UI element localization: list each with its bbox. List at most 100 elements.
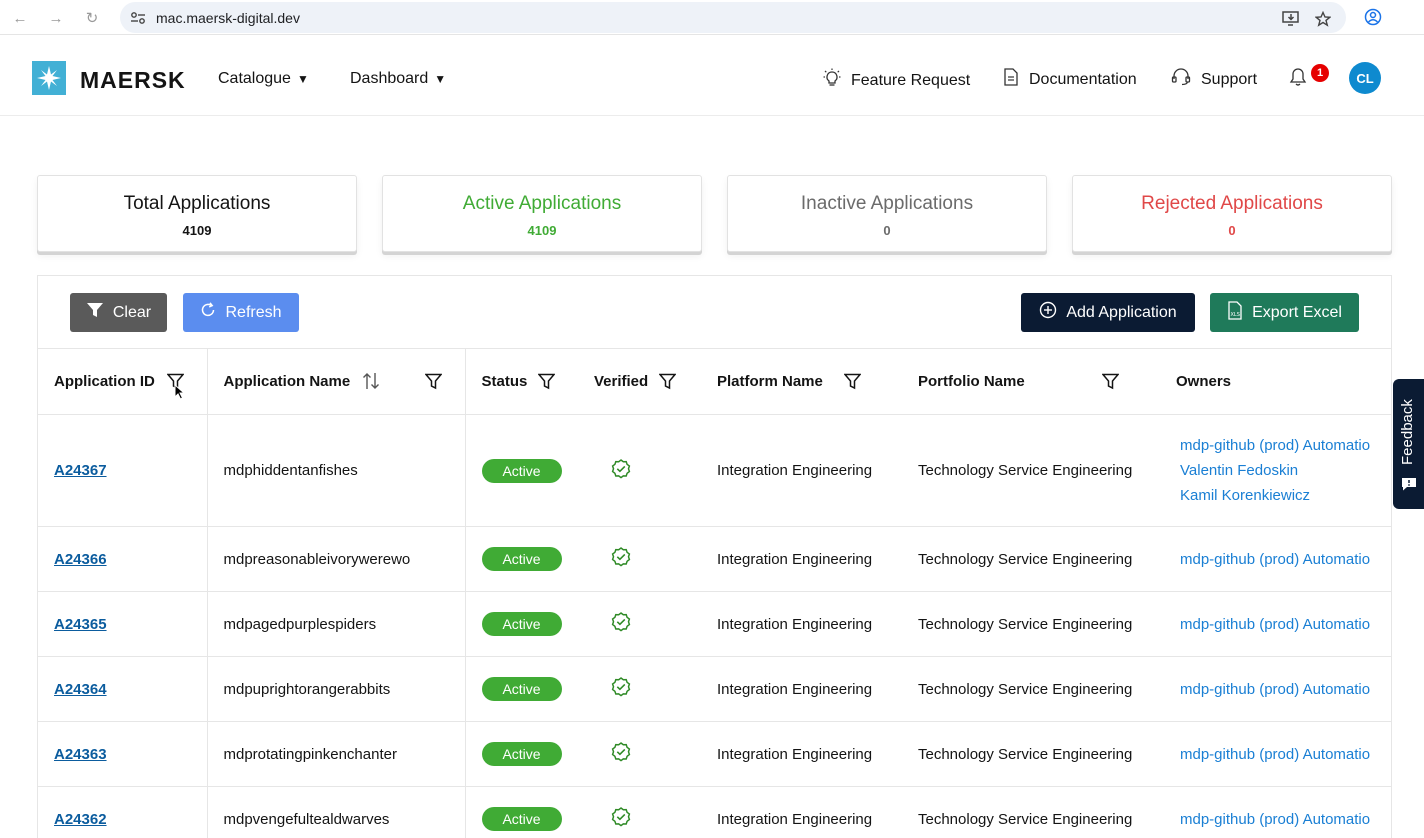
column-header-verified[interactable]: Verified xyxy=(578,348,701,415)
platform-name-cell: Integration Engineering xyxy=(701,414,902,527)
add-application-button[interactable]: Add Application xyxy=(1021,293,1195,332)
stat-value: 0 xyxy=(883,223,891,238)
application-name-cell: mdpvengefultealdwarves xyxy=(207,786,466,838)
application-id-link[interactable]: A24362 xyxy=(54,811,107,828)
owner-link[interactable]: mdp-github (prod) Automatio xyxy=(1180,612,1391,637)
back-icon[interactable]: ← xyxy=(10,8,30,28)
column-label: Owners xyxy=(1176,373,1232,390)
owner-link[interactable]: mdp-github (prod) Automatio xyxy=(1180,807,1391,832)
filter-icon[interactable] xyxy=(658,373,677,391)
stat-title: Rejected Applications xyxy=(1141,193,1323,214)
table-row[interactable]: A24366 mdpreasonableivorywerewo Active I… xyxy=(38,526,1391,592)
stat-card-total[interactable]: Total Applications 4109 xyxy=(37,175,357,252)
filter-icon[interactable] xyxy=(423,373,443,391)
stat-card-active[interactable]: Active Applications 4109 xyxy=(382,175,702,252)
forward-icon[interactable]: → xyxy=(46,8,66,28)
refresh-label: Refresh xyxy=(225,303,282,321)
refresh-button[interactable]: Refresh xyxy=(183,293,299,332)
status-badge: Active xyxy=(481,458,562,483)
table-row[interactable]: A24363 mdprotatingpinkenchanter Active I… xyxy=(38,721,1391,787)
status-badge: Active xyxy=(481,677,562,701)
column-label: Verified xyxy=(594,373,649,390)
documentation-label: Documentation xyxy=(1029,70,1137,88)
verified-check-icon xyxy=(611,458,631,483)
portfolio-name-cell: Technology Service Engineering xyxy=(902,656,1160,722)
address-bar[interactable]: mac.maersk-digital.dev xyxy=(120,2,1346,33)
column-header-portfolio-name[interactable]: Portfolio Name xyxy=(902,348,1160,415)
column-header-application-id[interactable]: Application ID xyxy=(38,348,208,415)
column-header-status[interactable]: Status xyxy=(465,348,578,415)
application-id-link[interactable]: A24363 xyxy=(54,746,107,763)
owner-link[interactable]: mdp-github (prod) Automatio xyxy=(1180,433,1391,458)
table-row[interactable]: A24364 mdpuprightorangerabbits Active In… xyxy=(38,656,1391,722)
feedback-label: Feedback xyxy=(1399,399,1416,465)
feedback-tab[interactable]: Feedback xyxy=(1393,379,1424,509)
verified-check-icon xyxy=(611,547,631,571)
support-link[interactable]: Support xyxy=(1171,68,1257,91)
column-header-owners[interactable]: Owners xyxy=(1160,348,1391,415)
filter-icon[interactable] xyxy=(1101,373,1120,391)
menu-dashboard-label: Dashboard xyxy=(350,70,429,87)
application-id-link[interactable]: A24365 xyxy=(54,616,107,633)
platform-name-cell: Integration Engineering xyxy=(701,656,902,722)
add-application-label: Add Application xyxy=(1066,303,1177,321)
excel-file-icon: XLS xyxy=(1227,300,1243,325)
portfolio-name-cell: Technology Service Engineering xyxy=(902,721,1160,787)
verified-check-icon xyxy=(611,807,631,831)
application-id-link[interactable]: A24367 xyxy=(54,462,107,479)
refresh-icon xyxy=(200,302,216,323)
stat-value: 0 xyxy=(1228,223,1236,238)
table-row[interactable]: A24365 mdpagedpurplespiders Active Integ… xyxy=(38,591,1391,657)
verified-check-icon xyxy=(611,612,631,636)
owner-link[interactable]: mdp-github (prod) Automatio xyxy=(1180,547,1391,572)
notification-count-badge: 1 xyxy=(1311,64,1329,82)
user-avatar[interactable]: CL xyxy=(1349,62,1381,94)
owner-link[interactable]: Valentin Fedoskin xyxy=(1180,458,1391,483)
status-badge: Active xyxy=(481,742,562,766)
reload-icon[interactable]: ↻ xyxy=(82,8,102,28)
bookmark-star-icon[interactable] xyxy=(1314,10,1332,28)
support-label: Support xyxy=(1201,70,1258,88)
column-header-application-name[interactable]: Application Name xyxy=(207,348,466,415)
table-row[interactable]: A24367 mdphiddentanfishes Active Integra… xyxy=(38,414,1391,527)
verified-check-icon xyxy=(611,742,631,766)
site-settings-icon[interactable] xyxy=(130,10,146,26)
applications-panel: Clear Refresh Add Application XLS Export… xyxy=(37,275,1392,838)
owner-link[interactable]: Kamil Korenkiewicz xyxy=(1180,483,1391,508)
stat-card-rejected[interactable]: Rejected Applications 0 xyxy=(1072,175,1392,252)
column-header-platform-name[interactable]: Platform Name xyxy=(701,348,902,415)
status-badge: Active xyxy=(481,612,562,636)
stat-card-inactive[interactable]: Inactive Applications 0 xyxy=(727,175,1047,252)
url-text[interactable]: mac.maersk-digital.dev xyxy=(156,10,300,26)
browser-toolbar: ← → ↻ mac.maersk-digital.dev xyxy=(0,0,1424,35)
install-app-icon[interactable] xyxy=(1282,10,1300,28)
sort-icon[interactable] xyxy=(362,371,380,395)
mouse-cursor-icon xyxy=(174,383,186,404)
feature-request-link[interactable]: Feature Request xyxy=(823,68,970,93)
application-name-cell: mdpuprightorangerabbits xyxy=(207,656,466,722)
owner-link[interactable]: mdp-github (prod) Automatio xyxy=(1180,677,1391,702)
menu-dashboard[interactable]: Dashboard ▼ xyxy=(350,70,446,88)
filter-icon[interactable] xyxy=(843,373,862,391)
application-id-link[interactable]: A24364 xyxy=(54,681,107,698)
notifications-bell-icon[interactable] xyxy=(1289,67,1309,87)
table-row[interactable]: A24362 mdpvengefultealdwarves Active Int… xyxy=(38,786,1391,838)
documentation-link[interactable]: Documentation xyxy=(1003,68,1137,91)
caret-down-icon: ▼ xyxy=(296,72,309,86)
export-excel-button[interactable]: XLS Export Excel xyxy=(1210,293,1359,332)
clear-filters-button[interactable]: Clear xyxy=(70,293,167,332)
filter-icon[interactable] xyxy=(536,373,556,391)
column-label: Status xyxy=(481,373,528,390)
application-id-link[interactable]: A24366 xyxy=(54,551,107,568)
svg-text:XLS: XLS xyxy=(1231,312,1240,318)
portfolio-name-cell: Technology Service Engineering xyxy=(902,414,1160,527)
maersk-star-logo[interactable] xyxy=(32,61,66,95)
clear-label: Clear xyxy=(112,303,152,321)
status-badge: Active xyxy=(481,547,562,571)
chat-bubble-icon xyxy=(1401,476,1417,497)
document-icon xyxy=(1003,68,1019,91)
browser-profile-icon[interactable] xyxy=(1364,8,1382,26)
menu-catalogue[interactable]: Catalogue ▼ xyxy=(218,70,309,88)
owner-link[interactable]: mdp-github (prod) Automatio xyxy=(1180,742,1391,767)
applications-table: Application ID Application Name Status V… xyxy=(38,348,1391,838)
